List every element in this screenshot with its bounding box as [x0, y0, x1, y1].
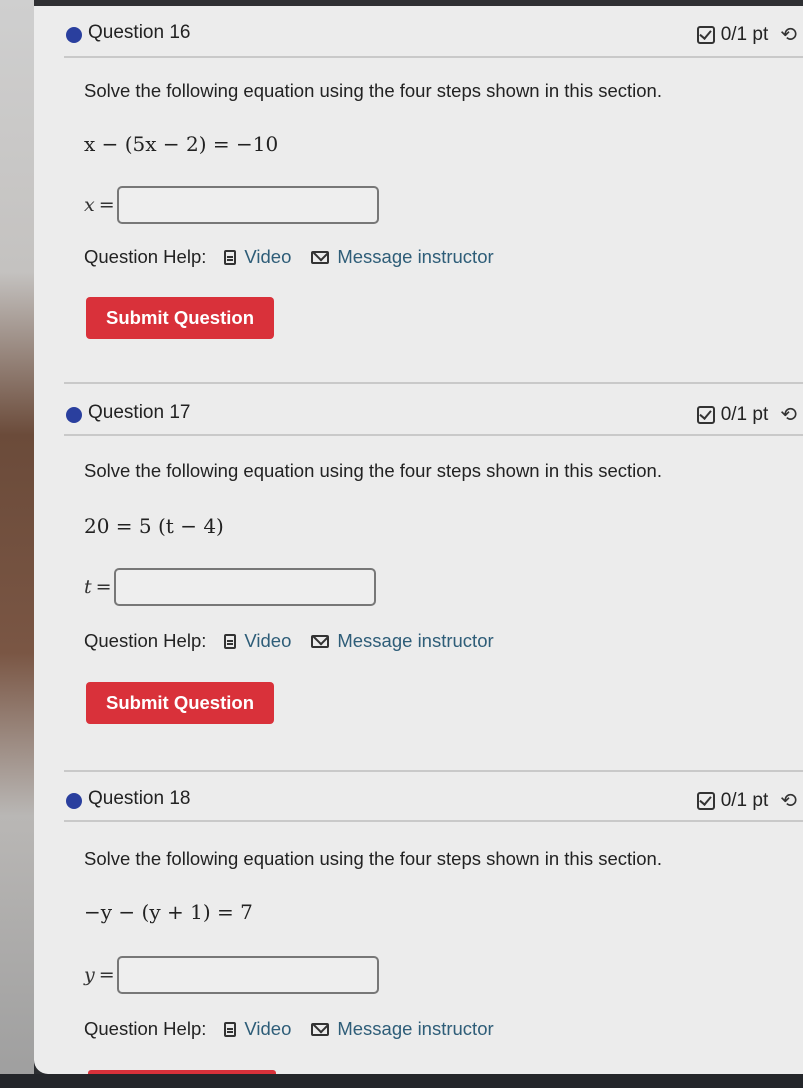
message-label: Message instructor — [337, 630, 494, 651]
question-header: Question 18 0/1 pt ⟲ — [66, 785, 803, 815]
checkbox-icon — [696, 405, 715, 424]
answer-input[interactable] — [116, 956, 379, 994]
background-photo-edge — [0, 0, 34, 1088]
message-instructor-link[interactable]: Message instructor — [311, 630, 494, 652]
video-label: Video — [244, 246, 292, 267]
question-separator — [64, 382, 803, 384]
equation: −y − (y + 1) = 7 — [84, 900, 253, 924]
question-prompt: Solve the following equation using the f… — [84, 80, 662, 101]
divider — [64, 56, 803, 58]
answer-variable: x — [84, 194, 95, 216]
score-text: 0/1 pt — [720, 23, 769, 45]
status-dot-icon — [66, 27, 82, 43]
document-icon — [224, 633, 237, 649]
question-prompt: Solve the following equation using the f… — [84, 848, 662, 869]
score-text: 0/1 pt — [720, 789, 769, 811]
envelope-icon — [311, 1022, 330, 1036]
question-prompt: Solve the following equation using the f… — [84, 460, 662, 481]
answer-variable: y — [84, 964, 95, 986]
answer-input[interactable] — [116, 186, 379, 224]
retry-icon[interactable]: ⟲ — [780, 788, 797, 813]
checkbox-icon — [696, 791, 715, 810]
question-help: Question Help: Video Message instructor — [84, 630, 494, 652]
equation: 20 = 5 (t − 4) — [84, 514, 224, 538]
question-separator — [64, 770, 803, 772]
answer-equals: = — [98, 964, 115, 986]
score-text: 0/1 pt — [720, 403, 769, 425]
answer-row: x = — [84, 186, 379, 224]
status-dot-icon — [66, 407, 82, 423]
question-header: Question 17 0/1 pt ⟲ — [66, 399, 803, 429]
answer-row: y = — [84, 956, 379, 994]
help-label: Question Help: — [84, 1018, 207, 1039]
divider — [64, 820, 803, 822]
message-instructor-link[interactable]: Message instructor — [311, 1018, 494, 1040]
answer-input[interactable] — [113, 568, 376, 606]
screen-bezel-bottom — [0, 1074, 803, 1088]
document-icon — [224, 249, 237, 265]
status-dot-icon — [66, 793, 82, 809]
score-display: 0/1 pt ⟲ — [696, 788, 797, 813]
score-display: 0/1 pt ⟲ — [696, 402, 797, 427]
question-title: Question 18 — [88, 788, 191, 809]
question-title: Question 17 — [88, 402, 191, 423]
video-label: Video — [244, 1018, 292, 1039]
message-instructor-link[interactable]: Message instructor — [311, 246, 494, 268]
question-header: Question 16 0/1 pt ⟲ — [66, 19, 803, 49]
checkbox-icon — [696, 25, 715, 44]
video-link[interactable]: Video — [224, 246, 291, 268]
retry-icon[interactable]: ⟲ — [780, 402, 797, 427]
envelope-icon — [311, 250, 330, 264]
question-help: Question Help: Video Message instructor — [84, 1018, 494, 1040]
submit-question-button[interactable]: Submit Question — [86, 682, 274, 724]
question-title: Question 16 — [88, 22, 191, 43]
question-help: Question Help: Video Message instructor — [84, 246, 494, 268]
submit-question-button[interactable]: Submit Question — [86, 297, 274, 339]
answer-row: t = — [84, 568, 376, 606]
video-link[interactable]: Video — [224, 1018, 291, 1040]
retry-icon[interactable]: ⟲ — [780, 22, 797, 47]
help-label: Question Help: — [84, 246, 207, 267]
divider — [64, 434, 803, 436]
answer-equals: = — [95, 576, 112, 598]
answer-equals: = — [98, 194, 115, 216]
assignment-page: Question 16 0/1 pt ⟲ Solve the following… — [34, 6, 803, 1074]
message-label: Message instructor — [337, 1018, 494, 1039]
document-icon — [224, 1021, 237, 1037]
equation: x − (5x − 2) = −10 — [84, 132, 279, 156]
message-label: Message instructor — [337, 246, 494, 267]
help-label: Question Help: — [84, 630, 207, 651]
answer-variable: t — [84, 576, 92, 598]
video-label: Video — [244, 630, 292, 651]
score-display: 0/1 pt ⟲ — [696, 22, 797, 47]
envelope-icon — [311, 634, 330, 648]
video-link[interactable]: Video — [224, 630, 291, 652]
